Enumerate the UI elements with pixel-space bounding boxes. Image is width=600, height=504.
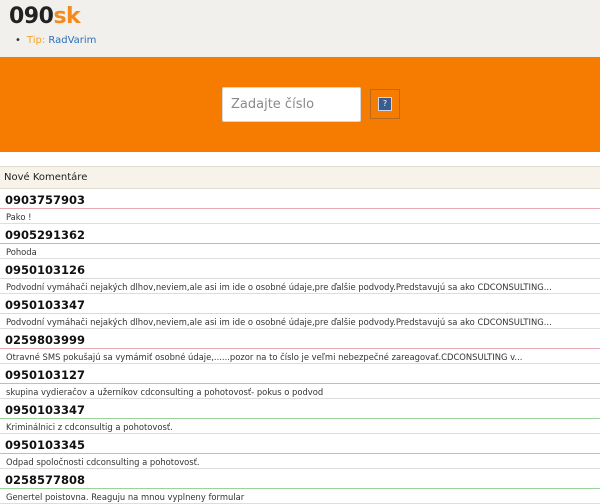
- site-logo[interactable]: 090sk: [9, 4, 81, 29]
- comment-text: Odpad spoločnosti cdconsulting a pohotov…: [6, 457, 200, 467]
- phone-number-link[interactable]: 0259803999: [0, 329, 600, 348]
- tip-label: Tip:: [26, 35, 46, 46]
- comment-item: 0905291362 Pohoda: [0, 224, 600, 259]
- bullet-icon: •: [15, 35, 21, 46]
- phone-number-link[interactable]: 0950103345: [0, 434, 600, 453]
- phone-number-link[interactable]: 0950103126: [0, 259, 600, 278]
- comment-item: 0950103126 Podvodní vymáhači nejakých dl…: [0, 259, 600, 294]
- comment-text: Kriminálnici z cdconsultig a pohotovosť.: [6, 422, 173, 432]
- logo-part-orange: sk: [53, 4, 81, 29]
- phone-number-link[interactable]: 0950103347: [0, 294, 600, 313]
- comment-list: 0903757903 Pako ! 0905291362 Pohoda 0950…: [0, 189, 600, 504]
- section-title: Nové Komentáre: [0, 166, 600, 189]
- search-band: ?: [0, 57, 600, 152]
- comment-item: 0259803999 Otravné SMS pokušajú sa vymám…: [0, 329, 600, 364]
- comment-item: 0258577808 Genertel poistovna. Reaguju n…: [0, 469, 600, 504]
- search-input[interactable]: [222, 87, 361, 122]
- comment-text: Podvodní vymáhači nejakých dlhov,neviem,…: [6, 317, 552, 327]
- header-bar: 090sk • Tip: RadVarim: [0, 0, 600, 57]
- comment-text: Pohoda: [6, 247, 37, 257]
- phone-number-link[interactable]: 0905291362: [0, 224, 600, 243]
- logo-part-dark: 090: [9, 4, 54, 29]
- comment-text: Pako !: [6, 212, 32, 222]
- comment-item: 0950103347 Kriminálnici z cdconsultig a …: [0, 399, 600, 434]
- phone-number-link[interactable]: 0258577808: [0, 469, 600, 488]
- comment-text: Podvodní vymáhači nejakých dlhov,neviem,…: [6, 282, 552, 292]
- phone-number-link[interactable]: 0903757903: [0, 189, 600, 208]
- comment-text: Otravné SMS pokušajú sa vymámiť osobné ú…: [6, 352, 523, 362]
- comment-text: skupina vydieračov a užerníkov cdconsult…: [6, 387, 324, 397]
- search-button[interactable]: ?: [370, 89, 400, 119]
- comment-item: 0903757903 Pako !: [0, 189, 600, 224]
- comment-item: 0950103127 skupina vydieračov a užerníko…: [0, 364, 600, 399]
- phone-number-link[interactable]: 0950103347: [0, 399, 600, 418]
- phone-number-link[interactable]: 0950103127: [0, 364, 600, 383]
- tip-link[interactable]: RadVarim: [48, 35, 96, 46]
- comment-item: 0950103347 Podvodní vymáhači nejakých dl…: [0, 294, 600, 329]
- comment-item: 0950103345 Odpad spoločnosti cdconsultin…: [0, 434, 600, 469]
- tip-line: • Tip: RadVarim: [15, 35, 96, 46]
- comment-text: Genertel poistovna. Reaguju na mnou vypl…: [6, 492, 245, 502]
- search-help-icon: ?: [378, 97, 392, 111]
